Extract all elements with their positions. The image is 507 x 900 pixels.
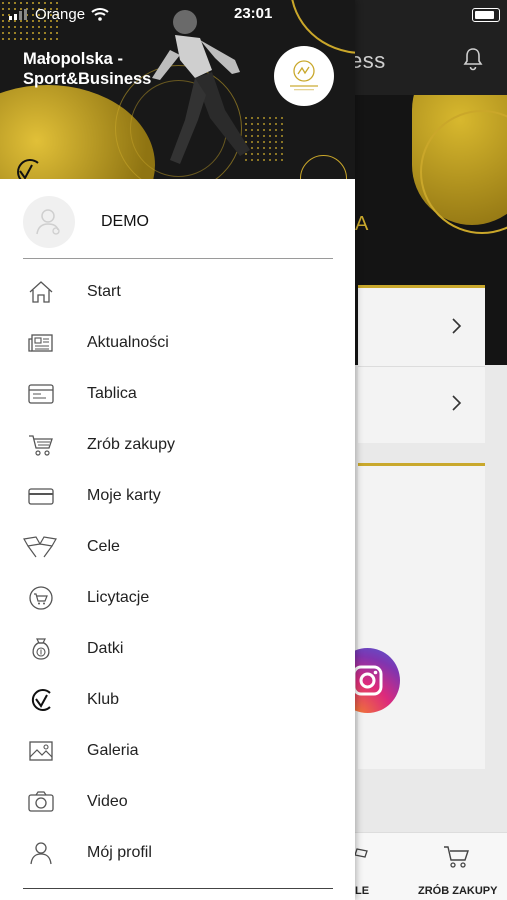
tab-bar: LE ZRÓB ZAKUPY — [355, 832, 507, 900]
logo-mark-icon — [290, 60, 318, 91]
clock: 23:01 — [234, 5, 273, 22]
card-icon — [28, 488, 54, 505]
menu-label: Cele — [87, 538, 120, 555]
menu-item-aktualnosci[interactable]: Aktualności — [0, 318, 355, 369]
camera-icon — [28, 791, 54, 812]
money-bag-icon — [32, 638, 50, 660]
menu-item-moj-profil[interactable]: Mój profil — [0, 828, 355, 879]
social-card — [358, 463, 485, 769]
hero-text: A — [355, 213, 369, 235]
brand-logo[interactable] — [274, 46, 334, 106]
menu-label: Zrób zakupy — [87, 436, 176, 453]
club-mark-icon — [17, 159, 39, 179]
user-placeholder-icon — [36, 209, 60, 235]
menu-label: Galeria — [87, 742, 139, 759]
chevron-right-icon[interactable] — [448, 395, 464, 411]
brand-title-line2: Sport&Business — [23, 70, 152, 88]
gallery-icon — [29, 741, 53, 761]
link-card — [358, 285, 485, 443]
cart-icon — [29, 435, 53, 456]
menu-item-datki[interactable]: Datki — [0, 624, 355, 675]
menu-label: Moje karty — [87, 487, 161, 504]
divider — [23, 258, 333, 259]
menu-label: Klub — [87, 691, 120, 708]
user-profile[interactable]: DEMO — [0, 179, 355, 259]
tab-cele-label[interactable]: LE — [355, 885, 369, 897]
menu-label: Mój profil — [87, 844, 152, 861]
club-icon — [31, 689, 51, 711]
menu-label: Aktualności — [87, 334, 169, 351]
menu-label: Tablica — [87, 385, 137, 402]
menu-label: Licytacje — [87, 589, 150, 606]
menu-item-licytacje[interactable]: Licytacje — [0, 573, 355, 624]
flags-icon — [23, 536, 57, 558]
avatar[interactable] — [23, 196, 75, 248]
tab-shop-label[interactable]: ZRÓB ZAKUPY — [418, 885, 497, 897]
menu-label: Video — [87, 793, 128, 810]
user-name: DEMO — [101, 213, 149, 230]
cart-icon — [444, 846, 469, 868]
menu-item-cele[interactable]: Cele — [0, 522, 355, 573]
menu-label: Start — [87, 283, 121, 300]
menu-label: Datki — [87, 640, 124, 657]
menu-item-video[interactable]: Video — [0, 777, 355, 828]
menu-item-start[interactable]: Start — [0, 267, 355, 318]
news-icon — [28, 334, 53, 352]
menu-item-tablica[interactable]: Tablica — [0, 369, 355, 420]
brand-title: Małopolska - Sport&Business — [23, 49, 193, 89]
brand-title-line1: Małopolska - — [23, 50, 123, 68]
auction-icon — [29, 586, 53, 610]
chevron-right-icon[interactable] — [448, 318, 464, 334]
menu-item-moje-karty[interactable]: Moje karty — [0, 471, 355, 522]
app-title: ess — [350, 48, 386, 73]
menu-item-galeria[interactable]: Galeria — [0, 726, 355, 777]
wifi-icon — [91, 8, 109, 21]
status-bar: Orange 23:01 — [0, 0, 507, 28]
home-icon — [29, 281, 53, 303]
board-icon — [28, 384, 54, 404]
carrier-name: Orange — [35, 6, 86, 23]
profile-icon — [30, 842, 52, 865]
bell-icon[interactable] — [461, 46, 485, 72]
flags-icon — [355, 848, 368, 858]
divider — [23, 888, 333, 889]
menu-item-klub[interactable]: Klub — [0, 675, 355, 726]
menu-item-zrob-zakupy[interactable]: Zrób zakupy — [0, 420, 355, 471]
signal-icon — [9, 9, 27, 20]
navigation-drawer: Małopolska - Sport&Business DEMO Start A… — [0, 0, 355, 900]
battery-icon — [472, 8, 500, 22]
